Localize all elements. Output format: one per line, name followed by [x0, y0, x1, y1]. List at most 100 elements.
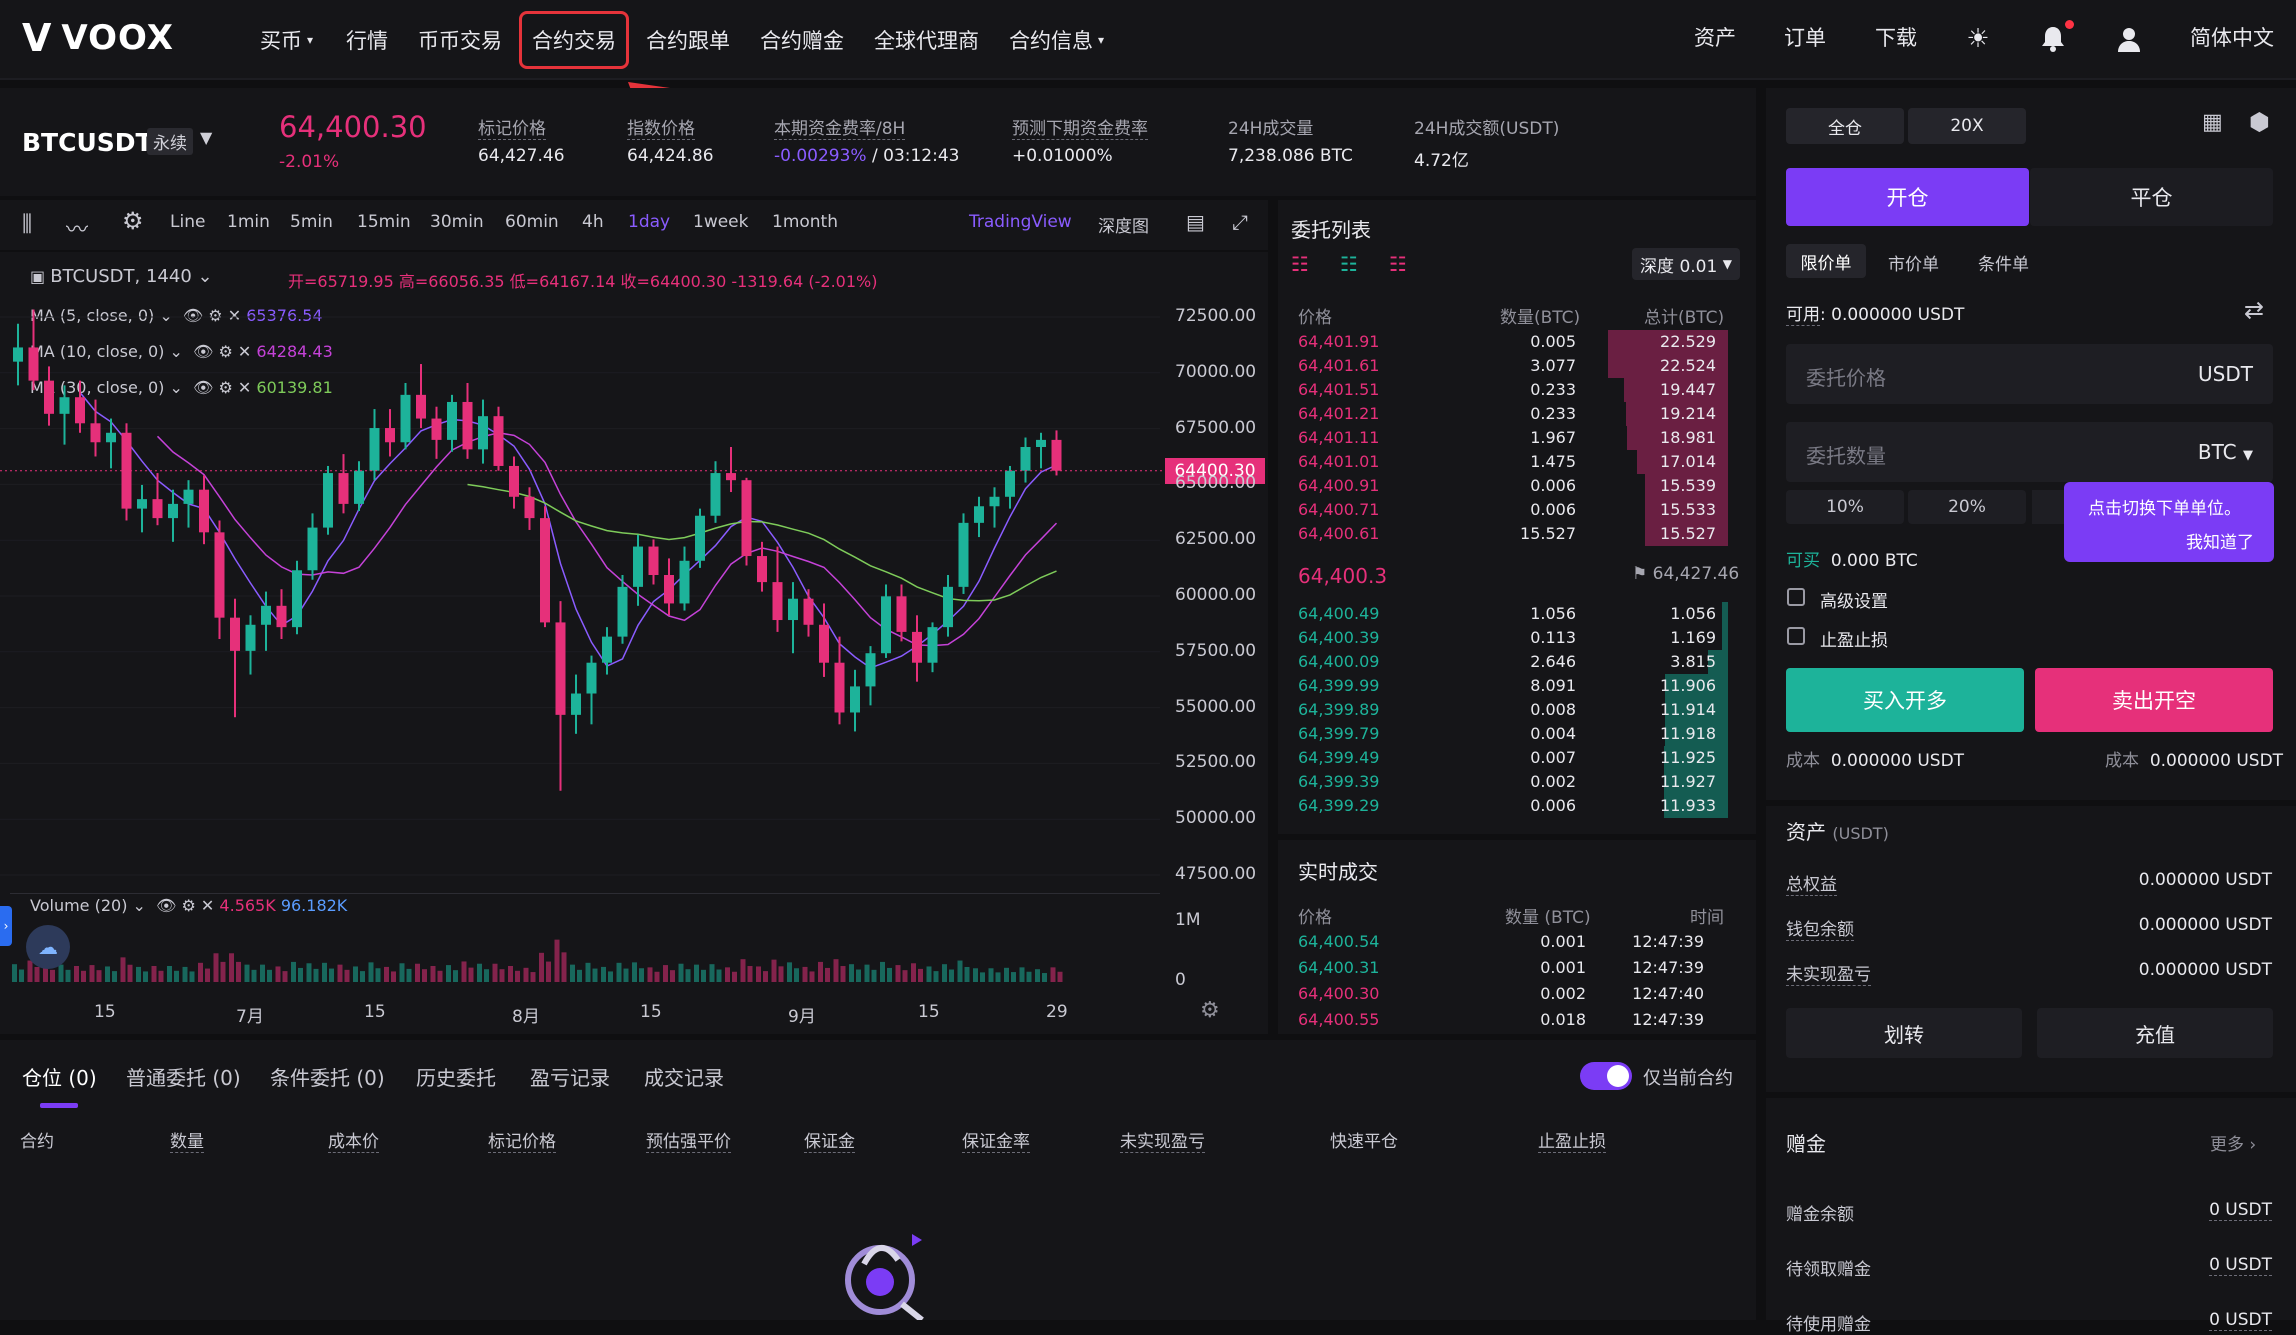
advanced-settings-checkbox[interactable]	[1787, 588, 1805, 606]
orderbook-row[interactable]: 64,400.71 0.006 15.533	[1298, 498, 1728, 522]
voox-logo[interactable]: V VOOX	[22, 16, 174, 60]
interval-1min[interactable]: 1min	[227, 212, 270, 232]
language-select[interactable]: 简体中文	[2190, 22, 2274, 52]
nav-copy-trading[interactable]: 合约跟单	[646, 18, 730, 62]
nav-spot[interactable]: 币币交易	[418, 18, 502, 62]
sell-short-button[interactable]: 卖出开空	[2035, 668, 2273, 732]
buy-long-button[interactable]: 买入开多	[1786, 668, 2024, 732]
unit-switch-tooltip[interactable]: 点击切换下单单位。 我知道了	[2064, 482, 2274, 562]
candlestick-chart[interactable]	[0, 255, 1170, 895]
chart-settings-gear-icon[interactable]: ⚙	[122, 207, 144, 235]
orderbook-row[interactable]: 64,399.29 0.006 11.933	[1298, 794, 1728, 818]
leverage-button[interactable]: 20X	[1908, 108, 2026, 144]
tpsl-checkbox[interactable]	[1787, 627, 1805, 645]
interval-1day[interactable]: 1day	[628, 212, 670, 232]
volume-bar	[198, 962, 203, 982]
depth-chart-tab[interactable]: 深度图	[1098, 212, 1149, 237]
caret-down-icon: ▾	[1098, 33, 1105, 47]
candle-body	[369, 428, 380, 471]
book-view-bids-icon[interactable]: ☷	[1340, 252, 1358, 276]
qty-unit-select[interactable]: BTC ▼	[2198, 440, 2253, 464]
tradingview-logo-icon[interactable]: ☁	[26, 925, 70, 969]
deposit-button[interactable]: 充值	[2037, 1008, 2273, 1058]
nav-futures[interactable]: 合约交易	[519, 11, 629, 69]
screenshot-icon[interactable]: ▤	[1186, 210, 1205, 234]
margin-mode-button[interactable]: 全仓	[1786, 108, 1904, 144]
only-current-toggle[interactable]	[1580, 1062, 1632, 1090]
pct-10-button[interactable]: 10%	[1786, 490, 1904, 524]
nav-markets[interactable]: 行情	[346, 18, 388, 62]
fullscreen-icon[interactable]: ⤢	[1232, 210, 1248, 234]
pct-20-button[interactable]: 20%	[1908, 490, 2026, 524]
positions-column-header: 快速平仓	[1330, 1132, 1398, 1152]
tooltip-dismiss-button[interactable]: 我知道了	[2186, 528, 2254, 553]
orderbook-row[interactable]: 64,399.79 0.004 11.918	[1298, 722, 1728, 746]
orderbook-row[interactable]: 64,399.89 0.008 11.914	[1298, 698, 1728, 722]
calculator-icon[interactable]: ▦	[2202, 110, 2223, 135]
orderbook-row[interactable]: 64,401.51 0.233 19.447	[1298, 378, 1728, 402]
interval-30min[interactable]: 30min	[430, 212, 484, 232]
drawing-toolbar-toggle[interactable]: ›	[0, 906, 12, 946]
depth-precision-select[interactable]: 深度 0.01 ▼	[1632, 248, 1740, 280]
user-account-icon[interactable]	[2108, 18, 2150, 60]
axis-settings-gear-icon[interactable]: ⚙	[1200, 998, 1220, 1023]
nav-agents[interactable]: 全球代理商	[874, 18, 979, 62]
pct-more-button[interactable]	[2032, 490, 2068, 524]
orderbook-row[interactable]: 64,401.91 0.005 22.529	[1298, 330, 1728, 354]
nav-contract-info[interactable]: 合约信息 ▾	[1009, 18, 1104, 62]
limit-order-tab[interactable]: 限价单	[1786, 244, 1866, 278]
theme-sun-icon[interactable]: ☀	[1957, 18, 1999, 60]
price-input[interactable]: 委托价格 USDT	[1786, 344, 2273, 404]
close-position-tab[interactable]: 平仓	[2030, 168, 2273, 226]
orderbook-row[interactable]: 64,400.61 15.527 15.527	[1298, 522, 1728, 546]
orderbook-row[interactable]: 64,400.49 1.056 1.056	[1298, 602, 1728, 626]
orderbook-row[interactable]: 64,401.61 3.077 22.524	[1298, 354, 1728, 378]
symbol-title[interactable]: BTCUSDT	[22, 128, 153, 157]
positions-tab[interactable]: 条件委托 (0)	[270, 1062, 385, 1091]
orderbook-row[interactable]: 64,400.91 0.006 15.539	[1298, 474, 1728, 498]
nav-futures-bonus[interactable]: 合约赠金	[760, 18, 844, 62]
orderbook-row[interactable]: 64,401.21 0.233 19.214	[1298, 402, 1728, 426]
indicator-icon[interactable]: 〰	[66, 212, 88, 244]
nav-download[interactable]: 下载	[1875, 22, 1917, 52]
nav-buy-crypto[interactable]: 买币 ▾	[260, 18, 313, 62]
bonus-more-link[interactable]: 更多 ›	[2210, 1130, 2256, 1155]
interval-15min[interactable]: 15min	[357, 212, 411, 232]
orderbook-row[interactable]: 64,401.11 1.967 18.981	[1298, 426, 1728, 450]
trade-time: 12:47:39	[1632, 932, 1704, 951]
nav-orders[interactable]: 订单	[1784, 22, 1826, 52]
orderbook-row[interactable]: 64,399.99 8.091 11.906	[1298, 674, 1728, 698]
positions-tab[interactable]: 普通委托 (0)	[126, 1062, 241, 1091]
symbol-dropdown-icon[interactable]: ▼	[200, 128, 212, 147]
interval-4h[interactable]: 4h	[582, 212, 604, 232]
transfer-swap-icon[interactable]: ⇄	[2244, 296, 2264, 324]
chart-type-icon[interactable]: ⫼	[22, 212, 32, 237]
orderbook-row[interactable]: 64,399.49 0.007 11.925	[1298, 746, 1728, 770]
transfer-button[interactable]: 划转	[1786, 1008, 2022, 1058]
tradingview-tab[interactable]: TradingView	[969, 212, 1072, 232]
settings-hex-icon[interactable]: ⬢	[2249, 108, 2270, 136]
market-order-tab[interactable]: 市价单	[1888, 250, 1939, 275]
orderbook-row[interactable]: 64,399.39 0.002 11.927	[1298, 770, 1728, 794]
interval-1month[interactable]: 1month	[772, 212, 838, 232]
orderbook-row[interactable]: 64,400.39 0.113 1.169	[1298, 626, 1728, 650]
positions-tab[interactable]: 盈亏记录	[530, 1062, 610, 1091]
orderbook-row[interactable]: 64,401.01 1.475 17.014	[1298, 450, 1728, 474]
positions-tab[interactable]: 成交记录	[644, 1062, 724, 1091]
conditional-order-tab[interactable]: 条件单	[1978, 250, 2029, 275]
positions-tab[interactable]: 历史委托	[416, 1062, 496, 1091]
volume-bar	[926, 966, 932, 982]
book-view-asks-icon[interactable]: ☷	[1389, 252, 1407, 276]
positions-tab[interactable]: 仓位 (0)	[22, 1062, 97, 1091]
quantity-input[interactable]: 委托数量 BTC ▼	[1786, 422, 2273, 482]
notification-bell-icon[interactable]	[2032, 18, 2074, 60]
interval-60min[interactable]: 60min	[505, 212, 559, 232]
interval-line[interactable]: Line	[170, 212, 205, 232]
nav-assets[interactable]: 资产	[1694, 22, 1736, 52]
open-position-tab[interactable]: 开仓	[1786, 168, 2029, 226]
interval-5min[interactable]: 5min	[290, 212, 333, 232]
orderbook-title: 委托列表	[1291, 218, 1371, 242]
book-view-both-icon[interactable]: ☷	[1291, 252, 1309, 276]
orderbook-row[interactable]: 64,400.09 2.646 3.815	[1298, 650, 1728, 674]
interval-1week[interactable]: 1week	[693, 212, 748, 232]
